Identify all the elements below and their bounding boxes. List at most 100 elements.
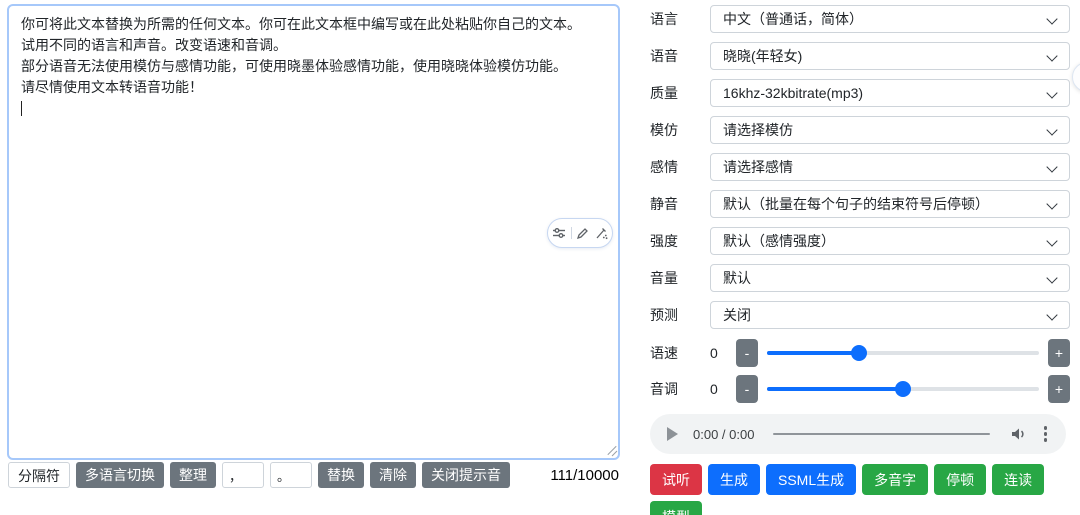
multilang-toggle-button[interactable]: 多语言切换: [76, 462, 164, 488]
player-time: 0:00 / 0:00: [693, 426, 755, 442]
pitch-slider[interactable]: [767, 381, 1039, 397]
editor-toolbar: 分隔符 多语言切换 整理 替换 清除 关闭提示音 111/10000: [8, 462, 619, 488]
slider-thumb[interactable]: [851, 345, 868, 361]
form-row: 音量 默认: [650, 264, 1070, 292]
pause-mark-button[interactable]: 停顿: [934, 464, 987, 495]
player-menu-icon[interactable]: [1042, 424, 1050, 444]
prediction-label: 预测: [650, 307, 678, 323]
liaison-button[interactable]: 连读: [992, 464, 1045, 495]
voice-select[interactable]: 晓晓(年轻女): [710, 42, 1070, 70]
player-timeline[interactable]: [773, 433, 990, 435]
silence-select-value: 默认（批量在每个句子的结束符号后停顿）: [723, 196, 989, 212]
form-row: 语言 中文（普通话，简体）: [650, 5, 1070, 33]
settings-panel: 语言 中文（普通话，简体） 语音 晓晓(年轻女) 质量 16khz-32kbit…: [650, 5, 1070, 515]
form-row: 强度 默认（感情强度）: [650, 227, 1070, 255]
imitation-select-value: 请选择模仿: [723, 122, 793, 138]
ssml-generate-button[interactable]: SSML生成: [766, 464, 857, 495]
play-icon[interactable]: [667, 427, 678, 441]
textarea-resize-handle[interactable]: [604, 444, 618, 457]
slider-fill: [767, 351, 860, 355]
text-tools-popup[interactable]: [547, 218, 613, 248]
form-row: 感情 请选择感情: [650, 153, 1070, 181]
prediction-select-value: 关闭: [723, 307, 751, 323]
language-select-value: 中文（普通话，简体）: [723, 11, 863, 27]
volume-select-value: 默认: [723, 270, 751, 286]
chevron-down-icon: [1046, 124, 1058, 136]
editor-line: 请尽情使用文本转语音功能！: [21, 79, 203, 95]
text-input[interactable]: 你可将此文本替换为所需的任何文本。你可在此文本框中编写或在此处粘贴你自己的文本。…: [7, 4, 620, 460]
model-button[interactable]: 模型: [650, 501, 702, 515]
volume-label: 音量: [650, 270, 678, 286]
editor-line: 部分语音无法使用模仿与感情功能，可使用晓墨体验感情功能，使用晓晓体验模仿功能。: [21, 58, 567, 74]
mute-hint-button[interactable]: 关闭提示音: [422, 462, 510, 488]
editor-line: 试用不同的语言和声音。改变语速和音调。: [21, 37, 287, 53]
pitch-decrease-button[interactable]: -: [736, 375, 758, 403]
language-label: 语言: [650, 11, 678, 27]
pitch-label: 音调: [650, 381, 678, 397]
chevron-down-icon: [1046, 161, 1058, 173]
audio-player[interactable]: 0:00 / 0:00: [650, 414, 1066, 454]
replace-button[interactable]: 替换: [318, 462, 364, 488]
voice-select-value: 晓晓(年轻女): [723, 48, 803, 64]
prediction-select[interactable]: 关闭: [710, 301, 1070, 329]
chevron-down-icon: [1046, 13, 1058, 25]
chevron-down-icon: [1046, 198, 1058, 210]
form-row: 模仿 请选择模仿: [650, 116, 1070, 144]
sliders-icon[interactable]: [552, 226, 566, 240]
pencil-icon[interactable]: [576, 227, 589, 240]
editor-line: 你可将此文本替换为所需的任何文本。你可在此文本框中编写或在此处粘贴你自己的文本。: [21, 16, 581, 32]
speed-increase-button[interactable]: +: [1048, 339, 1070, 367]
form-row: 预测 关闭: [650, 301, 1070, 329]
imitation-select[interactable]: 请选择模仿: [710, 116, 1070, 144]
quality-select[interactable]: 16khz-32kbitrate(mp3): [710, 79, 1070, 107]
quality-label: 质量: [650, 85, 678, 101]
tts-app: 你可将此文本替换为所需的任何文本。你可在此文本框中编写或在此处粘贴你自己的文本。…: [0, 0, 1080, 515]
form-row: 语音 晓晓(年轻女): [650, 42, 1070, 70]
intensity-label: 强度: [650, 233, 678, 249]
char-counter: 111/10000: [550, 466, 619, 484]
separator-button[interactable]: 分隔符: [8, 462, 70, 488]
intensity-select[interactable]: 默认（感情强度）: [710, 227, 1070, 255]
emotion-select-value: 请选择感情: [723, 159, 793, 175]
chevron-down-icon: [1046, 50, 1058, 62]
form-row: 质量 16khz-32kbitrate(mp3): [650, 79, 1070, 107]
intensity-select-value: 默认（感情强度）: [723, 233, 835, 249]
silence-select[interactable]: 默认（批量在每个句子的结束符号后停顿）: [710, 190, 1070, 218]
chevron-down-icon: [1046, 272, 1058, 284]
edge-floating-button[interactable]: [1072, 62, 1080, 92]
generate-button[interactable]: 生成: [708, 464, 760, 495]
chevron-down-icon: [1046, 309, 1058, 321]
speed-label: 语速: [650, 345, 678, 361]
text-cursor: [21, 101, 22, 116]
volume-select[interactable]: 默认: [710, 264, 1070, 292]
emotion-label: 感情: [650, 159, 678, 175]
chevron-down-icon: [1046, 87, 1058, 99]
language-select[interactable]: 中文（普通话，简体）: [710, 5, 1070, 33]
silence-label: 静音: [650, 196, 678, 212]
magic-pen-icon[interactable]: [594, 227, 608, 240]
volume-icon[interactable]: [1009, 425, 1027, 443]
pitch-slider-row: 音调 0 - +: [650, 375, 1070, 403]
speed-slider[interactable]: [767, 345, 1039, 361]
polyphone-button[interactable]: 多音字: [862, 464, 929, 495]
speed-slider-row: 语速 0 - +: [650, 339, 1070, 367]
voice-label: 语音: [650, 48, 678, 64]
audition-button[interactable]: 试听: [650, 464, 702, 495]
quality-select-value: 16khz-32kbitrate(mp3): [723, 85, 864, 101]
slider-thumb[interactable]: [895, 381, 911, 397]
clear-button[interactable]: 清除: [370, 462, 416, 488]
chevron-down-icon: [1046, 235, 1058, 247]
tidy-button[interactable]: 整理: [170, 462, 216, 488]
emotion-select[interactable]: 请选择感情: [710, 153, 1070, 181]
slider-fill: [767, 387, 903, 391]
replace-input[interactable]: [270, 462, 312, 488]
speed-value: 0: [710, 345, 718, 361]
pitch-increase-button[interactable]: +: [1048, 375, 1070, 403]
form-row: 静音 默认（批量在每个句子的结束符号后停顿）: [650, 190, 1070, 218]
pitch-value: 0: [710, 381, 718, 397]
imitation-label: 模仿: [650, 122, 678, 138]
speed-decrease-button[interactable]: -: [736, 339, 758, 367]
action-buttons-row1: 试听 生成 SSML生成 多音字 停顿 连读 模型: [650, 464, 1070, 515]
divider: [570, 227, 572, 239]
find-input[interactable]: [222, 462, 264, 488]
